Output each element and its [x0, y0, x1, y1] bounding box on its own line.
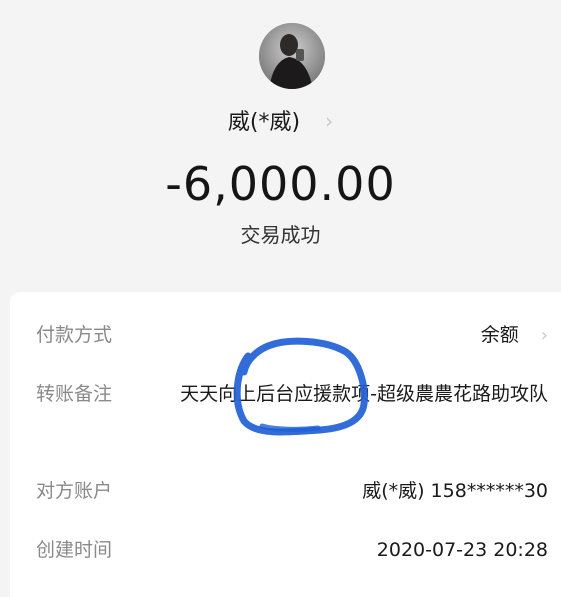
chevron-right-icon: ›: [325, 109, 334, 133]
details-card: 付款方式 余额 › 转账备注 天天向上后台应援款项-超级農農花路助攻队 对方账户…: [10, 292, 561, 597]
memo-value: 天天向上后台应援款项-超级農農花路助攻队: [180, 383, 548, 405]
counterpart-label: 对方账户: [36, 480, 113, 502]
payment-method-row[interactable]: 余额 ›: [481, 320, 548, 351]
memo-label: 转账备注: [36, 383, 113, 405]
transaction-amount: -6,000.00: [165, 157, 396, 211]
created-time-value: 2020-07-23 20:28: [376, 539, 548, 561]
avatar[interactable]: [259, 23, 325, 89]
payment-method-label: 付款方式: [36, 324, 113, 346]
payee-name: 威(*威): [227, 110, 301, 135]
payment-method-value: 余额: [480, 324, 519, 346]
created-time-label: 创建时间: [36, 539, 113, 561]
chevron-right-icon: ›: [540, 325, 548, 346]
payee-row[interactable]: 威(*威) ›: [0, 104, 561, 138]
avatar-photo: [259, 23, 325, 89]
transaction-header: 威(*威) › -6,000.00 交易成功: [0, 0, 561, 290]
counterpart-value: 威(*威) 158******30: [362, 480, 548, 502]
transaction-status: 交易成功: [240, 223, 321, 247]
